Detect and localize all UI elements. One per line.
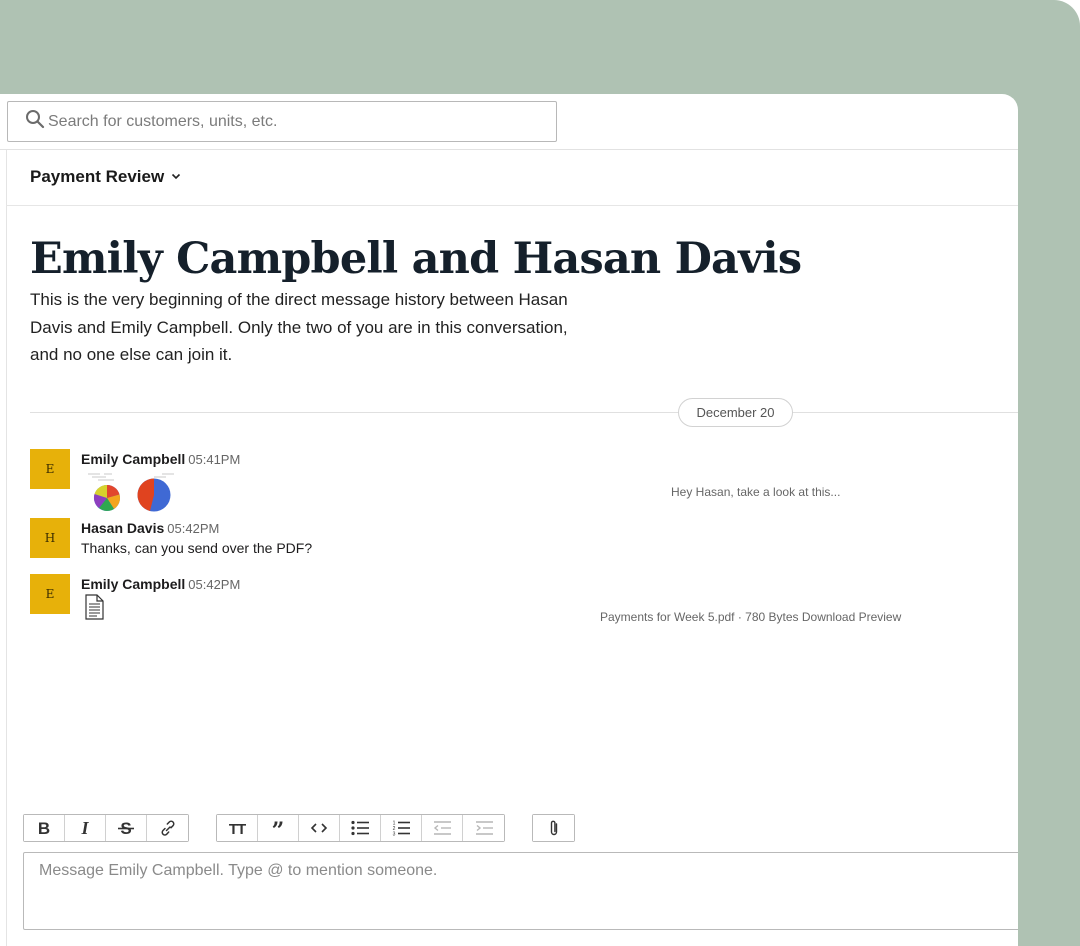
- chevron-down-icon: [170, 167, 182, 187]
- italic-icon: I: [80, 819, 89, 837]
- attachment-icon: [550, 820, 557, 836]
- quote-icon: ”: [272, 819, 285, 837]
- attachment-caption[interactable]: Payments for Week 5.pdf · 780 Bytes Down…: [600, 610, 901, 624]
- message-author[interactable]: Emily Campbell: [81, 451, 185, 467]
- panel-border: [6, 150, 7, 946]
- bold-icon: B: [38, 819, 50, 837]
- text-size-icon: TT: [229, 821, 247, 837]
- channel-divider: [6, 205, 1018, 206]
- channel-selector[interactable]: Payment Review: [30, 167, 182, 187]
- outdent-button[interactable]: [422, 815, 463, 841]
- formatting-toolbar: B I S TT ” 123: [23, 814, 602, 842]
- channel-name: Payment Review: [30, 167, 165, 186]
- svg-text:B: B: [38, 819, 50, 837]
- message-input[interactable]: [39, 862, 1007, 920]
- block-format-group: TT ” 123: [216, 814, 505, 842]
- date-badge: December 20: [678, 398, 793, 427]
- svg-text:”: ”: [272, 819, 285, 837]
- message-text: Thanks, can you send over the PDF?: [81, 540, 313, 556]
- text-style-group: B I S: [23, 814, 189, 842]
- svg-text:TT: TT: [229, 821, 246, 837]
- message-time[interactable]: 05:42PM: [188, 577, 240, 592]
- message-panel: Payment Review Emily Campbell and Hasan …: [0, 94, 1018, 946]
- message-author[interactable]: Hasan Davis: [81, 520, 164, 536]
- strikethrough-icon: S: [118, 819, 134, 837]
- attachment-group: [532, 814, 575, 842]
- chart-image-thumbnail[interactable]: [84, 471, 176, 520]
- quote-button[interactable]: ”: [258, 815, 299, 841]
- italic-button[interactable]: I: [65, 815, 106, 841]
- message-header: Emily Campbell 05:41PM: [81, 451, 240, 467]
- text-size-button[interactable]: TT: [217, 815, 258, 841]
- document-icon[interactable]: [83, 594, 105, 620]
- numbered-list-button[interactable]: 123: [381, 815, 422, 841]
- avatar[interactable]: H: [30, 518, 70, 558]
- code-button[interactable]: [299, 815, 340, 841]
- pie-charts-preview-icon: [88, 473, 174, 512]
- message-header: Hasan Davis 05:42PM: [81, 520, 219, 536]
- attachment-caption: Hey Hasan, take a look at this...: [671, 485, 841, 499]
- svg-text:I: I: [80, 819, 89, 837]
- bold-button[interactable]: B: [24, 815, 65, 841]
- link-icon: [161, 820, 174, 836]
- strikethrough-button[interactable]: S: [106, 815, 147, 841]
- code-icon: [310, 823, 328, 833]
- message-time[interactable]: 05:41PM: [188, 452, 240, 467]
- search-icon: [25, 109, 45, 134]
- avatar[interactable]: E: [30, 574, 70, 614]
- svg-text:3: 3: [393, 832, 396, 838]
- bullet-list-button[interactable]: [340, 815, 381, 841]
- message-header: Emily Campbell 05:42PM: [81, 576, 240, 592]
- date-divider: [30, 412, 1018, 413]
- avatar[interactable]: E: [30, 449, 70, 489]
- search-input[interactable]: [48, 112, 528, 131]
- search-bar[interactable]: [7, 101, 557, 142]
- message-time[interactable]: 05:42PM: [167, 521, 219, 536]
- message-composer[interactable]: [23, 852, 1018, 930]
- numbered-list-icon: 123: [393, 821, 410, 838]
- conversation-title: Emily Campbell and Hasan Davis: [30, 234, 802, 284]
- indent-icon: [475, 821, 493, 835]
- conversation-intro: This is the very beginning of the direct…: [30, 290, 568, 364]
- message-author[interactable]: Emily Campbell: [81, 576, 185, 592]
- indent-button[interactable]: [463, 815, 504, 841]
- bullet-list-icon: [351, 820, 369, 836]
- attach-file-button[interactable]: [533, 815, 574, 841]
- link-button[interactable]: [147, 815, 188, 841]
- header-divider: [0, 149, 1018, 150]
- outdent-icon: [433, 821, 451, 835]
